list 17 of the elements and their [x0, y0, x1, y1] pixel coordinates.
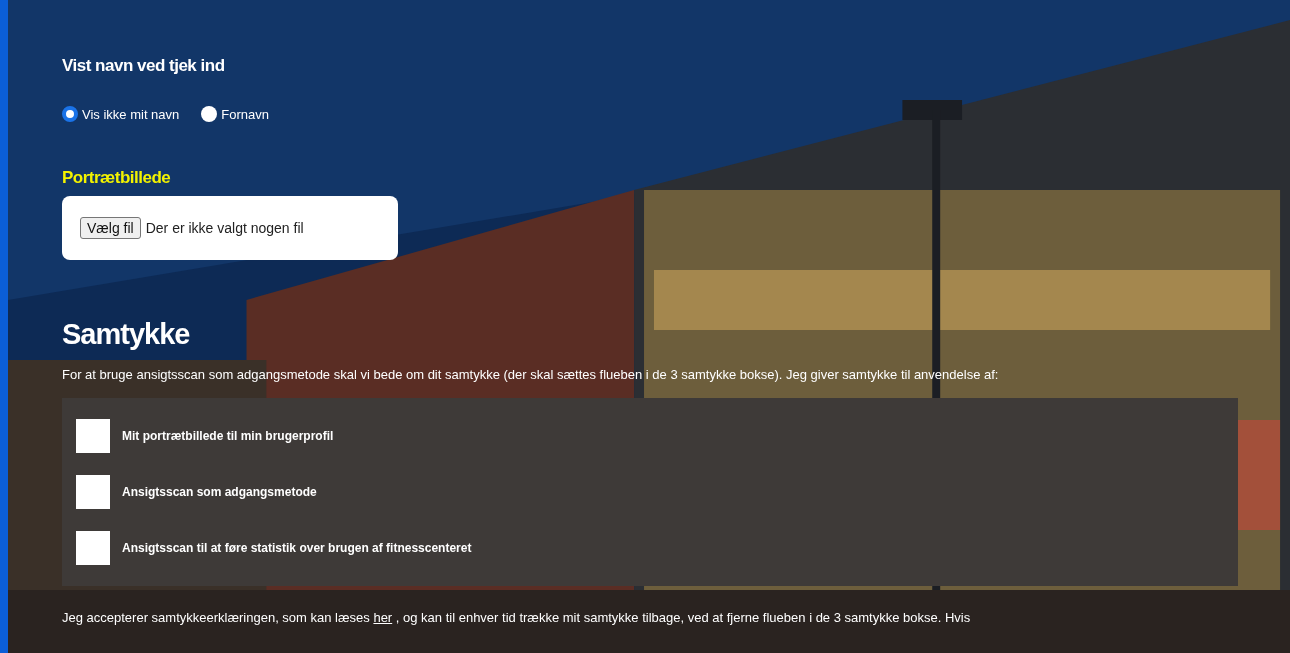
radio-label[interactable]: Fornavn — [221, 106, 269, 122]
section-heading: Samtykke — [62, 318, 191, 351]
consent-link[interactable]: her — [373, 610, 393, 625]
section-title: Vist navn ved tjek ind — [62, 56, 226, 76]
file-status-text: Der er ikke valgt nogen fil — [145, 220, 304, 236]
checkbox-label[interactable]: Mit portrætbillede til min brugerprofil — [122, 429, 334, 443]
consent-footer-text: Jeg accepterer samtykkeerklæringen, som kan læses her , og kan til enhver tid trække mit samtykke tilbage, ved at fjerne flueben i de 3 samtykke bokse. Hvis — [62, 610, 972, 625]
checkbox[interactable] — [76, 475, 110, 509]
section-title: Portrætbillede — [62, 168, 172, 188]
checkbox[interactable] — [76, 419, 110, 453]
file-field[interactable]: Vælg fil Der er ikke valgt nogen fil — [62, 196, 398, 260]
checkbox-label[interactable]: Ansigtsscan til at føre statistik over brugen af fitnesscenteret — [122, 541, 472, 555]
choose-file-button[interactable]: Vælg fil — [80, 217, 141, 239]
checkbox[interactable] — [76, 531, 110, 565]
checkbox-label[interactable]: Ansigtsscan som adgangsmetode — [122, 485, 317, 499]
radio-label[interactable]: Vis ikke mit navn — [82, 106, 180, 122]
consent-intro-text: For at bruge ansigtsscan som adgangsmetode skal vi bede om dit samtykke (der skal sættes flueben i de 3 samtykke bokse). Jeg giver samtykke til anvendelse af: — [62, 367, 1000, 382]
